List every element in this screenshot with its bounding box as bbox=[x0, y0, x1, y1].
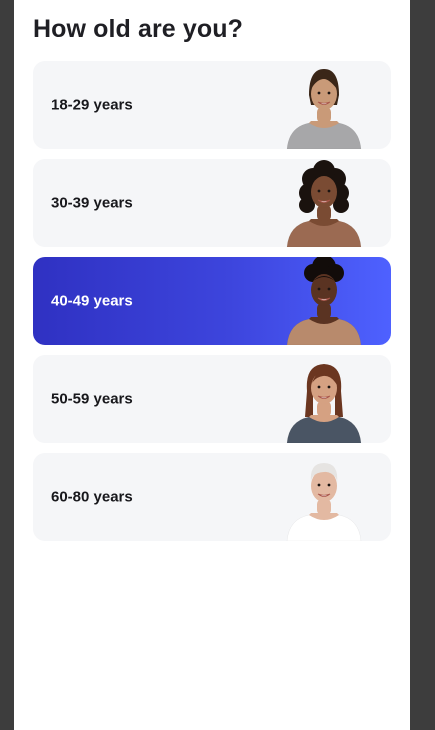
age-option-label: 30-39 years bbox=[51, 194, 133, 212]
age-option-18-29[interactable]: 18-29 years bbox=[33, 61, 391, 149]
portrait-image bbox=[279, 453, 369, 541]
person-portrait bbox=[286, 364, 362, 443]
age-option-40-49[interactable]: 40-49 years bbox=[33, 257, 391, 345]
age-option-30-39[interactable]: 30-39 years bbox=[33, 159, 391, 247]
portrait-image bbox=[279, 61, 369, 149]
quiz-panel: How old are you? 18-29 years 30-39 years bbox=[14, 0, 410, 730]
person-portrait bbox=[286, 257, 362, 345]
person-portrait bbox=[286, 463, 362, 541]
person-portrait bbox=[286, 160, 362, 247]
person-portrait bbox=[286, 69, 362, 149]
age-option-label: 18-29 years bbox=[51, 96, 133, 114]
page-title: How old are you? bbox=[33, 15, 243, 43]
portrait-image bbox=[279, 159, 369, 247]
age-option-label: 40-49 years bbox=[51, 292, 133, 310]
age-option-50-59[interactable]: 50-59 years bbox=[33, 355, 391, 443]
portrait-image bbox=[279, 355, 369, 443]
age-option-label: 50-59 years bbox=[51, 390, 133, 408]
age-option-60-80[interactable]: 60-80 years bbox=[33, 453, 391, 541]
age-options-list: 18-29 years 30-39 years 40-49 years 50-5… bbox=[33, 61, 391, 541]
portrait-image bbox=[279, 257, 369, 345]
age-option-label: 60-80 years bbox=[51, 488, 133, 506]
